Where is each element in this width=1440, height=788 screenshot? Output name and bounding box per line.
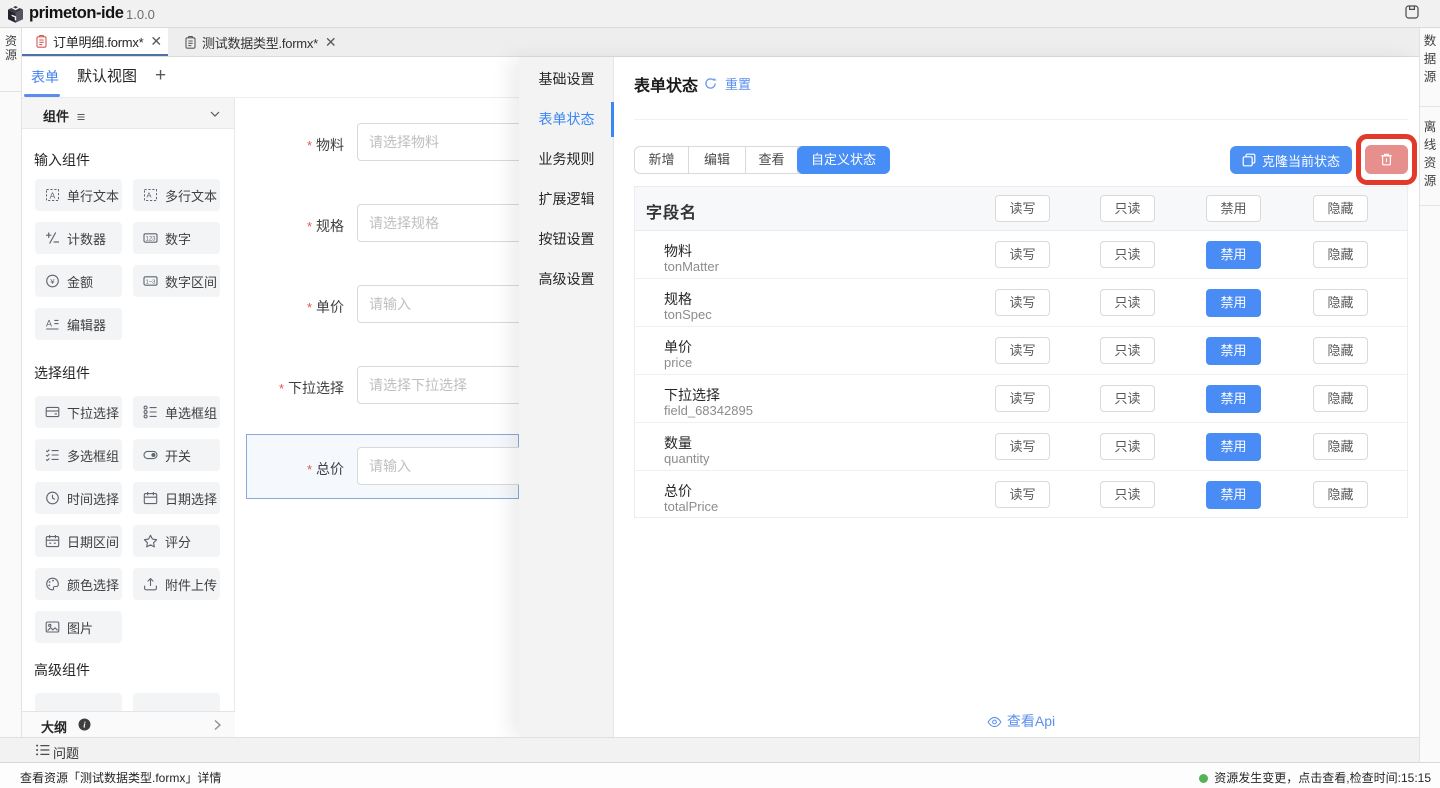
svg-text:¥: ¥ — [50, 277, 55, 286]
svg-text:123: 123 — [145, 237, 156, 243]
svg-text:1~3: 1~3 — [146, 279, 156, 285]
svg-text:A: A — [146, 190, 151, 199]
svg-text:A: A — [46, 319, 52, 329]
svg-text:A: A — [50, 190, 56, 200]
